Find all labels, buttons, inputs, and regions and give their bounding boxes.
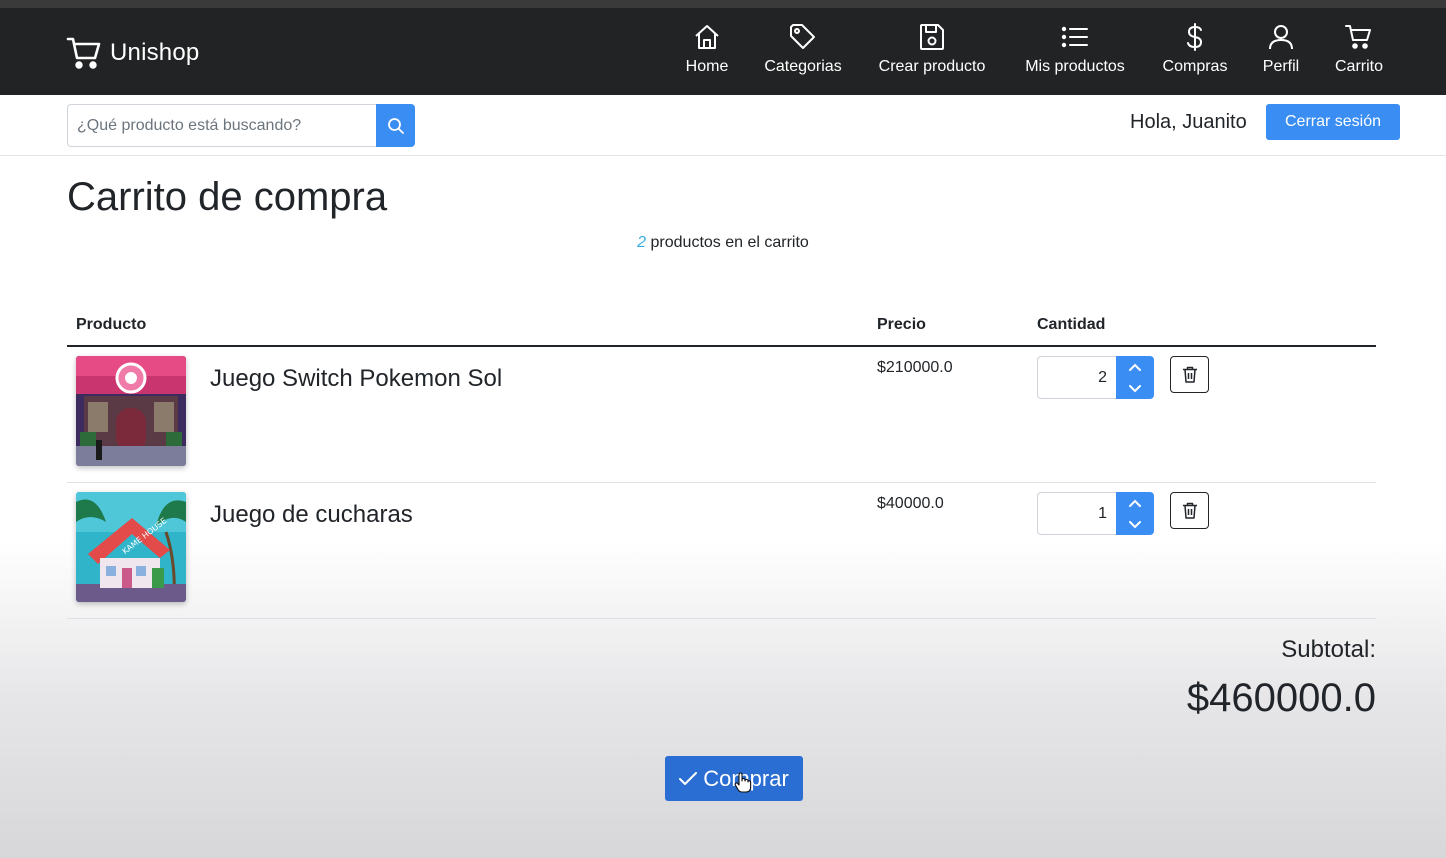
increment-button[interactable] bbox=[1116, 358, 1154, 376]
column-header-price: Precio bbox=[877, 316, 926, 333]
save-icon bbox=[920, 24, 944, 50]
decrement-button[interactable] bbox=[1116, 380, 1154, 398]
subtotal-value: $460000.0 bbox=[1186, 676, 1376, 720]
home-icon bbox=[695, 25, 719, 49]
row-divider bbox=[67, 482, 1376, 483]
nav-item-home[interactable]: Home bbox=[684, 22, 730, 82]
nav-item-carrito[interactable]: Carrito bbox=[1333, 22, 1385, 82]
trash-icon bbox=[1182, 366, 1197, 383]
column-header-quantity: Cantidad bbox=[1037, 316, 1106, 333]
nav-label-mis-productos: Mis productos bbox=[1025, 58, 1125, 75]
cart-icon bbox=[66, 37, 101, 69]
nav-item-categorias[interactable]: Categorias bbox=[762, 22, 844, 82]
chevron-down-icon bbox=[1129, 520, 1141, 528]
page-title: Carrito de compra bbox=[67, 175, 388, 219]
cart-count: 2 bbox=[637, 234, 647, 251]
increment-button[interactable] bbox=[1116, 494, 1154, 512]
search-button[interactable] bbox=[376, 104, 415, 147]
product-price: $40000.0 bbox=[877, 495, 944, 512]
quantity-input[interactable]: 1 bbox=[1037, 492, 1117, 535]
product-image-pokemon[interactable] bbox=[76, 356, 186, 466]
quantity-stepper[interactable] bbox=[1116, 492, 1154, 535]
nav-label-home: Home bbox=[685, 58, 729, 75]
user-greeting: Hola, Juanito bbox=[1130, 111, 1247, 133]
table-header-divider bbox=[67, 345, 1376, 347]
column-header-product: Producto bbox=[76, 316, 147, 333]
product-name[interactable]: Juego de cucharas bbox=[210, 501, 413, 529]
nav-label-crear-producto: Crear producto bbox=[878, 58, 986, 75]
cart-count-line: 2 productos en el carrito bbox=[0, 234, 1446, 252]
remove-item-button[interactable] bbox=[1170, 492, 1209, 529]
nav-label-carrito: Carrito bbox=[1334, 58, 1383, 75]
nav-item-mis-productos[interactable]: Mis productos bbox=[1021, 22, 1129, 82]
chevron-up-icon bbox=[1129, 363, 1141, 371]
search-icon bbox=[387, 117, 404, 134]
quantity-input[interactable]: 2 bbox=[1037, 356, 1117, 399]
cart-count-suffix: productos en el carrito bbox=[646, 234, 809, 251]
nav-item-crear-producto[interactable]: Crear producto bbox=[875, 22, 989, 82]
nav-item-perfil[interactable]: Perfil bbox=[1261, 22, 1301, 82]
decrement-button[interactable] bbox=[1116, 516, 1154, 534]
trash-icon bbox=[1182, 502, 1197, 519]
search-bar-row: Hola, Juanito Cerrar sesión bbox=[0, 95, 1446, 156]
user-icon bbox=[1269, 25, 1293, 50]
quantity-stepper[interactable] bbox=[1116, 356, 1154, 399]
logout-button[interactable]: Cerrar sesión bbox=[1266, 104, 1400, 140]
list-icon bbox=[1061, 26, 1088, 48]
tag-icon bbox=[790, 24, 815, 49]
nav-label-categorias: Categorias bbox=[764, 58, 842, 75]
product-price: $210000.0 bbox=[877, 359, 953, 376]
dollar-icon bbox=[1187, 23, 1203, 51]
search-input[interactable] bbox=[67, 104, 377, 147]
product-image-cucharas[interactable]: KAME HOUSE bbox=[76, 492, 186, 602]
nav-label-compras: Compras bbox=[1162, 58, 1228, 75]
row-divider bbox=[67, 618, 1376, 619]
hand-cursor-icon bbox=[734, 772, 752, 793]
window-top-strip bbox=[0, 0, 1446, 8]
cart-icon bbox=[1345, 25, 1371, 49]
navbar: Unishop Home Categorias Crear producto M… bbox=[0, 8, 1446, 95]
chevron-down-icon bbox=[1129, 384, 1141, 392]
nav-label-perfil: Perfil bbox=[1262, 58, 1300, 75]
check-icon bbox=[679, 771, 698, 785]
brand-logo[interactable]: Unishop bbox=[66, 36, 199, 70]
remove-item-button[interactable] bbox=[1170, 356, 1209, 393]
subtotal-label: Subtotal: bbox=[1281, 636, 1376, 663]
product-name[interactable]: Juego Switch Pokemon Sol bbox=[210, 365, 502, 393]
nav-item-compras[interactable]: Compras bbox=[1161, 22, 1229, 82]
brand-name: Unishop bbox=[110, 39, 200, 66]
chevron-up-icon bbox=[1129, 499, 1141, 507]
